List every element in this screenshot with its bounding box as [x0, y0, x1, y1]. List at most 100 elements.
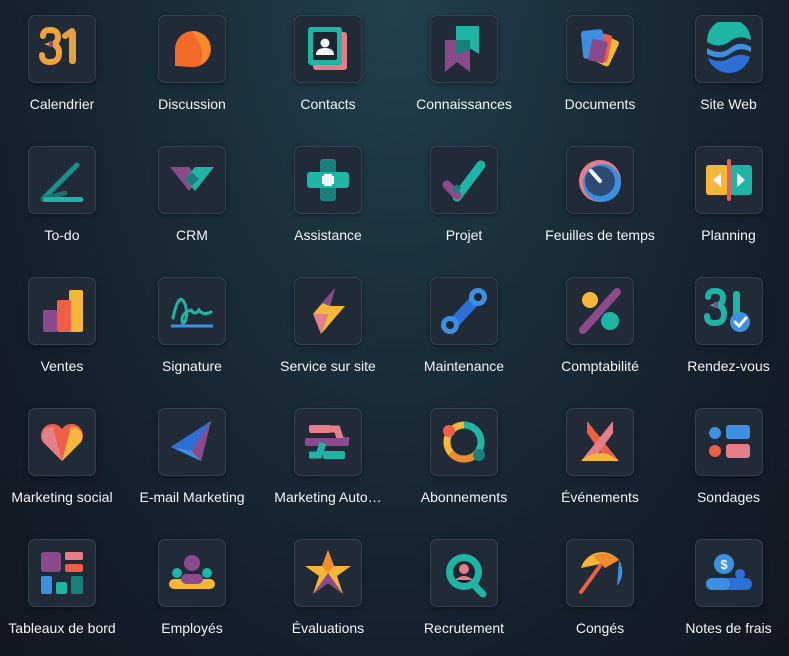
app-service-sur-site[interactable]: Service sur site	[260, 262, 396, 393]
app-tile[interactable]	[694, 277, 763, 345]
app-label: Assistance	[294, 227, 362, 243]
app-connaissances[interactable]: Connaissances	[396, 0, 532, 131]
app-comptabilite[interactable]: Comptabilité	[532, 262, 668, 393]
app-label: Maintenance	[423, 358, 505, 374]
app-contacts[interactable]: Contacts	[260, 0, 396, 131]
app-employes[interactable]: Employés	[124, 524, 260, 655]
arrows-split-icon	[705, 159, 752, 201]
app-tile[interactable]	[430, 539, 498, 607]
app-conges[interactable]: Congés	[532, 524, 668, 655]
app-tile[interactable]	[158, 408, 226, 476]
app-tile[interactable]	[28, 15, 96, 83]
percent-icon	[579, 288, 621, 334]
app-signature[interactable]: Signature	[124, 262, 260, 393]
app-tile[interactable]: $	[694, 539, 763, 607]
app-tile[interactable]	[566, 539, 634, 607]
app-documents[interactable]: Documents	[532, 0, 668, 131]
app-e-mail-marketing[interactable]: E-mail Marketing	[124, 393, 260, 524]
app-rendez-vous[interactable]: Rendez-vous	[668, 262, 789, 393]
globe-waves-icon	[706, 22, 751, 73]
app-tile[interactable]	[158, 146, 226, 214]
medical-cross-icon	[307, 159, 349, 201]
app-planning[interactable]: Planning	[668, 131, 789, 262]
app-abonnements[interactable]: Abonnements	[396, 393, 532, 524]
refresh-cycle-icon	[443, 421, 485, 463]
app-tile[interactable]	[28, 539, 96, 607]
app-tile[interactable]	[430, 277, 498, 345]
app-to-do[interactable]: To-do	[0, 131, 124, 262]
app-tile[interactable]	[694, 15, 763, 83]
app-tile[interactable]	[430, 15, 498, 83]
app-calendrier[interactable]: Calendrier	[0, 0, 124, 131]
app-ventes[interactable]: Ventes	[0, 262, 124, 393]
app-label: Documents	[564, 96, 636, 112]
heart-icon	[40, 423, 84, 461]
pen-line-icon	[40, 162, 83, 202]
app-tile[interactable]	[158, 539, 226, 607]
app-label: Feuilles de temps	[545, 227, 655, 243]
app-label: Connaissances	[416, 96, 512, 112]
app-label: Projet	[445, 227, 483, 243]
people-icon	[169, 555, 215, 589]
stopwatch-icon	[579, 160, 621, 202]
app-label: Sondages	[696, 489, 761, 505]
app-assistance[interactable]: Assistance	[260, 131, 396, 262]
app-grid: Calendrier Discussion Contacts Connaissa…	[0, 0, 789, 656]
app-tile[interactable]	[430, 408, 498, 476]
app-tile[interactable]	[566, 146, 634, 214]
app-recrutement[interactable]: Recrutement	[396, 524, 532, 655]
app-tile[interactable]	[294, 146, 362, 214]
bar-chart-icon	[43, 290, 83, 332]
expense-icon: $	[705, 554, 752, 590]
app-label: Recrutement	[423, 620, 505, 636]
app-label: Planning	[701, 227, 756, 243]
calendar-check-icon	[703, 287, 750, 332]
app-marketing-social[interactable]: Marketing social	[0, 393, 124, 524]
app-label: Signature	[162, 358, 222, 374]
app-evenements[interactable]: Événements	[532, 393, 668, 524]
app-tile[interactable]	[294, 408, 362, 476]
app-evaluations[interactable]: Évaluations	[260, 524, 396, 655]
app-site-web[interactable]: Site Web	[668, 0, 789, 131]
calendar-icon	[39, 26, 76, 66]
app-crm[interactable]: CRM	[124, 131, 260, 262]
app-tile[interactable]	[28, 408, 96, 476]
app-tile[interactable]	[28, 277, 96, 345]
app-marketing-automation[interactable]: Marketing Auto…	[260, 393, 396, 524]
app-projet[interactable]: Projet	[396, 131, 532, 262]
app-tile[interactable]	[294, 277, 362, 345]
app-label: Congés	[575, 620, 625, 636]
survey-icon	[708, 425, 750, 458]
app-label: Rendez-vous	[687, 358, 770, 374]
app-tile[interactable]	[430, 146, 498, 214]
app-label: Site Web	[700, 96, 757, 112]
app-tile[interactable]	[158, 15, 226, 83]
app-tile[interactable]	[694, 408, 763, 476]
app-tile[interactable]	[694, 146, 763, 214]
star-icon	[305, 550, 351, 594]
bookmark-icon	[445, 26, 479, 72]
chat-bubble-icon	[175, 31, 211, 68]
app-tile[interactable]	[158, 277, 226, 345]
app-tile[interactable]	[566, 277, 634, 345]
app-tile[interactable]	[294, 15, 362, 83]
ribbon-icon	[581, 421, 619, 461]
app-label: Discussion	[158, 96, 226, 112]
app-tableaux-de-bord[interactable]: Tableaux de bord	[0, 524, 124, 655]
checkmark-icon	[442, 160, 486, 202]
app-label: Évaluations	[291, 620, 365, 636]
app-maintenance[interactable]: Maintenance	[396, 262, 532, 393]
app-feuilles-de-temps[interactable]: Feuilles de temps	[532, 131, 668, 262]
app-label: Marketing Auto…	[274, 489, 382, 505]
app-discussion[interactable]: Discussion	[124, 0, 260, 131]
app-tile[interactable]	[28, 146, 96, 214]
app-notes-de-frais[interactable]: $ Notes de frais	[668, 524, 789, 655]
app-tile[interactable]	[566, 15, 634, 83]
app-tile[interactable]	[566, 408, 634, 476]
search-person-icon	[446, 554, 487, 598]
signature-icon	[171, 297, 213, 328]
app-sondages[interactable]: Sondages	[668, 393, 789, 524]
app-label: Comptabilité	[561, 358, 639, 374]
app-tile[interactable]	[294, 539, 362, 607]
contact-card-icon	[308, 27, 347, 70]
